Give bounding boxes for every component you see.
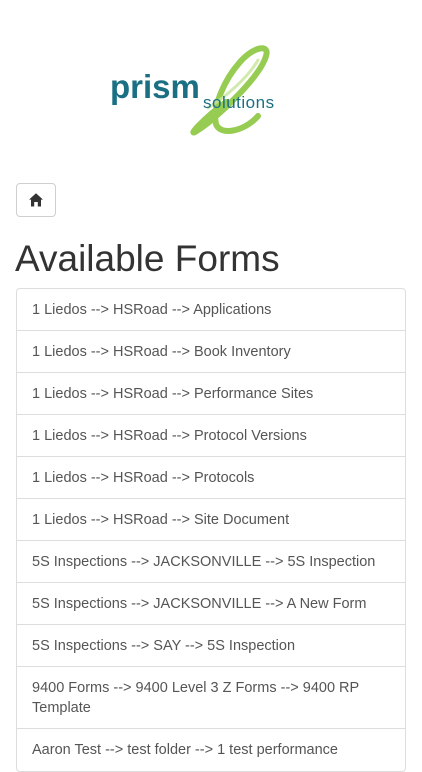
list-item[interactable]: 5S Inspections --> SAY --> 5S Inspection <box>17 625 405 667</box>
list-item-label: 1 Liedos --> HSRoad --> Book Inventory <box>32 343 291 360</box>
list-item-label: 1 Liedos --> HSRoad --> Protocols <box>32 469 255 486</box>
list-item-label: 5S Inspections --> SAY --> 5S Inspection <box>32 637 296 654</box>
list-item[interactable]: Aaron Test --> test folder --> 1 test pe… <box>17 729 405 771</box>
list-item[interactable]: 1 Liedos --> HSRoad --> Site Document <box>17 499 405 541</box>
list-item[interactable]: 1 Liedos --> HSRoad --> Protocol Version… <box>17 415 405 457</box>
forms-list: 1 Liedos --> HSRoad --> Applications 1 L… <box>16 288 406 772</box>
list-item[interactable]: 1 Liedos --> HSRoad --> Performance Site… <box>17 373 405 415</box>
list-item-label: Aaron Test --> test folder --> 1 test pe… <box>32 742 338 758</box>
prism-e-solutions-logo: prism solutions <box>108 42 308 138</box>
list-item[interactable]: 1 Liedos --> HSRoad --> Protocols <box>17 457 405 499</box>
page-title: Available Forms <box>15 238 280 279</box>
list-item[interactable]: 1 Liedos --> HSRoad --> Applications <box>17 289 405 331</box>
list-item-label: 9400 Forms --> 9400 Level 3 Z Forms --> … <box>32 679 359 716</box>
home-button[interactable] <box>16 183 56 217</box>
logo-graphic: prism solutions <box>110 45 275 136</box>
list-item-label: 5S Inspections --> JACKSONVILLE --> A Ne… <box>32 595 367 612</box>
list-item[interactable]: 9400 Forms --> 9400 Level 3 Z Forms --> … <box>17 667 405 729</box>
list-item[interactable]: 1 Liedos --> HSRoad --> Book Inventory <box>17 331 405 373</box>
logo-text-solutions: solutions <box>203 93 275 112</box>
list-item-label: 5S Inspections --> JACKSONVILLE --> 5S I… <box>32 553 376 570</box>
logo-text-prism: prism <box>110 68 200 105</box>
list-item[interactable]: 5S Inspections --> JACKSONVILLE --> 5S I… <box>17 541 405 583</box>
list-item-label: 1 Liedos --> HSRoad --> Site Document <box>32 511 290 528</box>
list-item-label: 1 Liedos --> HSRoad --> Performance Site… <box>32 385 314 402</box>
list-item[interactable]: 5S Inspections --> JACKSONVILLE --> A Ne… <box>17 583 405 625</box>
list-item-label: 1 Liedos --> HSRoad --> Applications <box>32 301 272 318</box>
home-icon <box>29 193 43 207</box>
list-item-label: 1 Liedos --> HSRoad --> Protocol Version… <box>32 427 307 444</box>
